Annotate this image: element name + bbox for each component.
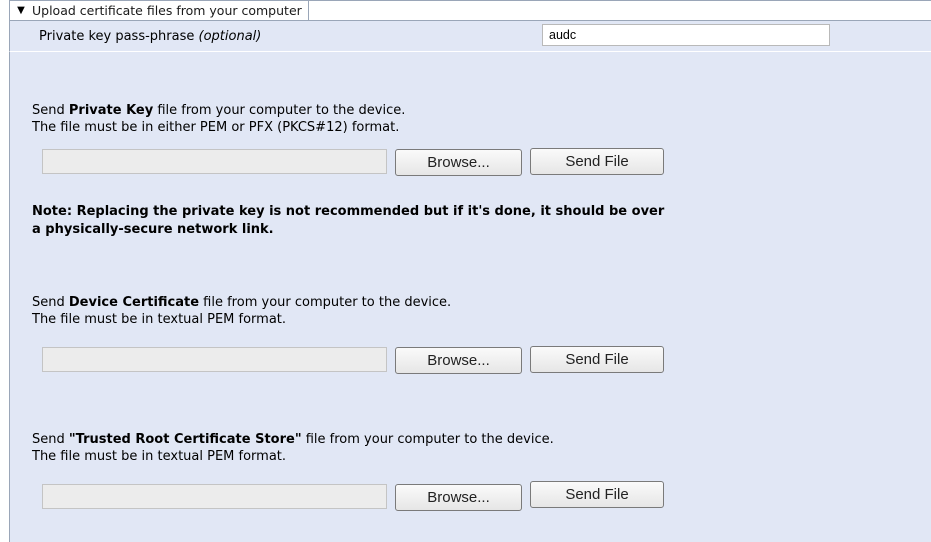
trusted-root-file-field[interactable] [42,484,387,509]
device-cert-format: The file must be in textual PEM format. [32,312,287,327]
device-cert-send-button[interactable]: Send File [530,346,664,373]
private-key-format: The file must be in either PEM or PFX (P… [32,120,400,135]
passphrase-input[interactable] [542,24,830,46]
device-cert-file-field[interactable] [42,347,387,372]
private-key-file-field[interactable] [42,149,387,174]
private-key-instruction: Send Private Key file from your computer… [32,103,406,118]
device-cert-instruction: Send Device Certificate file from your c… [32,295,452,310]
optional-suffix: (optional) [198,29,262,44]
private-key-note-line1: Note: Replacing the private key is not r… [32,204,665,219]
device-cert-bold: Device Certificate [68,295,200,310]
private-key-bold: Private Key [68,103,154,118]
trusted-root-bold: "Trusted Root Certificate Store" [68,432,302,447]
section-title: Upload certificate files from your compu… [32,1,309,20]
device-cert-browse-button[interactable]: Browse... [395,347,522,374]
passphrase-row: Private key pass-phrase (optional) [9,21,931,52]
upload-certificates-panel: ▼ Upload certificate files from your com… [9,0,931,542]
trusted-root-browse-button[interactable]: Browse... [395,484,522,511]
private-key-browse-button[interactable]: Browse... [395,149,522,176]
upload-body: Send Private Key file from your computer… [9,52,931,542]
collapse-triangle-icon[interactable]: ▼ [10,5,32,16]
private-key-note-line2: a physically-secure network link. [32,222,274,237]
passphrase-label: Private key pass-phrase (optional) [39,29,262,44]
trusted-root-instruction: Send "Trusted Root Certificate Store" fi… [32,432,554,447]
trusted-root-format: The file must be in textual PEM format. [32,449,287,464]
trusted-root-send-button[interactable]: Send File [530,481,664,508]
private-key-send-button[interactable]: Send File [530,148,664,175]
section-header[interactable]: ▼ Upload certificate files from your com… [9,0,931,21]
